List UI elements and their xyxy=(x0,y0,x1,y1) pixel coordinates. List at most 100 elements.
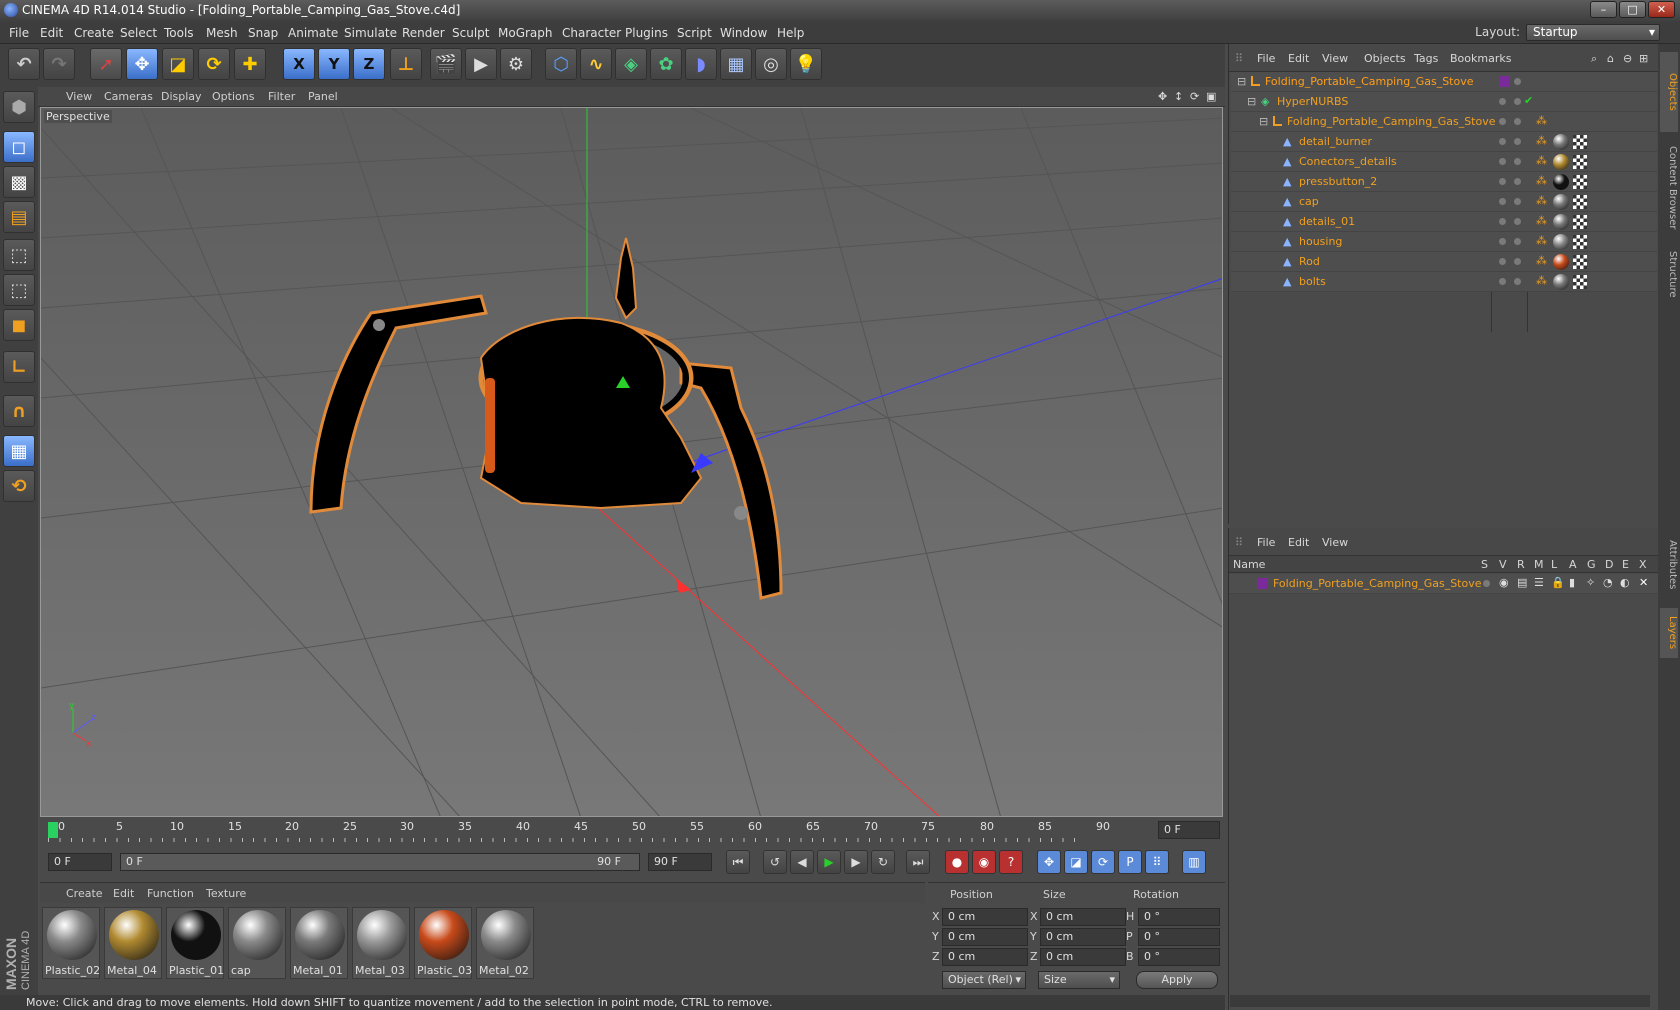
menu-character[interactable]: Character xyxy=(562,26,621,40)
light-icon[interactable]: 💡 xyxy=(790,48,822,80)
tab-structure[interactable]: Structure xyxy=(1660,244,1678,304)
go-to-end-icon[interactable]: ⏭ xyxy=(906,850,930,874)
rot-p-field[interactable]: 0 ° xyxy=(1138,928,1220,946)
render-visibility-dot[interactable] xyxy=(1514,238,1521,245)
rotate-view-icon[interactable]: ⟳ xyxy=(1190,90,1199,103)
menu-edit[interactable]: Edit xyxy=(40,26,63,40)
obj-menu-bookmarks[interactable]: Bookmarks xyxy=(1450,52,1511,65)
keyframe-selection-icon[interactable]: ? xyxy=(999,850,1023,874)
material-tag-icon[interactable] xyxy=(1553,194,1569,210)
phong-tag-icon[interactable]: ⁂ xyxy=(1536,174,1547,187)
enabled-check-icon[interactable]: ✔ xyxy=(1524,94,1533,107)
menu-script[interactable]: Script xyxy=(677,26,712,40)
menu-snap[interactable]: Snap xyxy=(248,26,278,40)
uvw-tag-icon[interactable] xyxy=(1573,175,1587,189)
spline-icon[interactable]: ∿ xyxy=(580,48,612,80)
tab-layers[interactable]: Layers xyxy=(1660,608,1678,658)
record-parameter-icon[interactable]: P xyxy=(1118,850,1142,874)
layer-color-swatch[interactable] xyxy=(1257,578,1268,589)
cube-icon[interactable]: ⬡ xyxy=(545,48,577,80)
tree-row[interactable]: ▲ Rod ⁂ xyxy=(1231,252,1657,272)
new-panel-icon[interactable]: ⊞ xyxy=(1639,52,1648,65)
coordinate-mode-dropdown[interactable]: Object (Rel) ▾ xyxy=(942,971,1026,989)
vp-menu-panel[interactable]: Panel xyxy=(308,90,338,103)
mat-menu-function[interactable]: Function xyxy=(147,887,194,900)
editor-visibility-dot[interactable] xyxy=(1499,238,1506,245)
material-swatch[interactable]: Plastic_01 xyxy=(166,907,224,979)
viewport-perspective[interactable]: y z x Perspective xyxy=(40,107,1223,817)
material-swatch[interactable]: Metal_04 xyxy=(104,907,162,979)
render-visibility-dot[interactable] xyxy=(1514,198,1521,205)
mat-menu-texture[interactable]: Texture xyxy=(206,887,246,900)
deformer-icon[interactable]: ◔ xyxy=(1603,576,1613,589)
obj-menu-file[interactable]: File xyxy=(1257,52,1275,65)
editor-visibility-dot[interactable] xyxy=(1499,158,1506,165)
size-y-field[interactable]: 0 cm xyxy=(1040,928,1126,946)
model-mode-icon[interactable]: ◻ xyxy=(3,131,35,163)
menu-file[interactable]: File xyxy=(9,26,29,40)
record-rotation-icon[interactable]: ⟳ xyxy=(1091,850,1115,874)
uvw-tag-icon[interactable] xyxy=(1573,135,1587,149)
points-mode-icon[interactable]: ⬚ xyxy=(3,239,35,271)
render-settings-icon[interactable]: ⚙ xyxy=(500,48,532,80)
coordinate-system-icon[interactable]: ⊥ xyxy=(390,48,422,80)
texture-mode-icon[interactable]: ▩ xyxy=(3,166,35,198)
move-view-icon[interactable]: ✥ xyxy=(1158,90,1167,103)
editor-visibility-dot[interactable] xyxy=(1499,198,1506,205)
zoom-view-icon[interactable]: ↕ xyxy=(1174,90,1183,103)
layer-menu-file[interactable]: File xyxy=(1257,536,1275,549)
editor-visibility-dot[interactable] xyxy=(1499,178,1506,185)
phong-tag-icon[interactable]: ⁂ xyxy=(1536,114,1547,127)
vp-menu-filter[interactable]: Filter xyxy=(268,90,295,103)
search-icon[interactable]: ⌕ xyxy=(1591,52,1597,66)
material-swatch[interactable]: Metal_03 xyxy=(352,907,410,979)
tree-row[interactable]: ▲ details_01 ⁂ xyxy=(1231,212,1657,232)
material-swatch[interactable]: Metal_01 xyxy=(290,907,348,979)
tree-row[interactable]: ▲ cap ⁂ xyxy=(1231,192,1657,212)
uvw-tag-icon[interactable] xyxy=(1573,255,1587,269)
xref-icon[interactable]: ✕ xyxy=(1639,576,1648,589)
obj-menu-objects[interactable]: Objects xyxy=(1364,52,1406,65)
render-visibility-dot[interactable] xyxy=(1514,118,1521,125)
record-icon[interactable]: ● xyxy=(945,850,969,874)
mat-menu-create[interactable]: Create xyxy=(66,887,103,900)
z-axis-button[interactable]: Z xyxy=(353,48,385,80)
obj-menu-view[interactable]: View xyxy=(1322,52,1348,65)
maximize-button[interactable]: □ xyxy=(1619,1,1646,18)
workplane-icon[interactable]: ▤ xyxy=(3,201,35,233)
tree-row[interactable]: ▲ detail_burner ⁂ xyxy=(1231,132,1657,152)
tree-row-hypernurbs[interactable]: ⊟ ◈ HyperNURBS ✔ xyxy=(1231,92,1657,112)
go-to-start-icon[interactable]: ⏮ xyxy=(726,850,750,874)
material-tag-icon[interactable] xyxy=(1553,174,1569,190)
generator-icon[interactable]: ✧ xyxy=(1586,576,1595,589)
phong-tag-icon[interactable]: ⁂ xyxy=(1536,234,1547,247)
material-swatch[interactable]: Plastic_03 xyxy=(414,907,472,979)
home-icon[interactable]: ⌂ xyxy=(1607,52,1614,65)
nurbs-icon[interactable]: ◈ xyxy=(615,48,647,80)
current-frame-field[interactable]: 0 F xyxy=(1158,821,1220,839)
tree-row-root[interactable]: ⊟ Folding_Portable_Camping_Gas_Stove xyxy=(1231,72,1657,92)
editor-visibility-dot[interactable] xyxy=(1499,138,1506,145)
edges-mode-icon[interactable]: ⬚ xyxy=(3,274,35,306)
deformer-icon[interactable]: ◗ xyxy=(685,48,717,80)
layout-dropdown[interactable]: Startup ▾ xyxy=(1526,24,1660,41)
filter-icon[interactable]: ⊖ xyxy=(1623,52,1632,65)
move-icon[interactable]: ✥ xyxy=(126,48,158,80)
vp-menu-display[interactable]: Display xyxy=(161,90,202,103)
menu-simulate[interactable]: Simulate xyxy=(344,26,397,40)
size-x-field[interactable]: 0 cm xyxy=(1040,908,1126,926)
vp-menu-view[interactable]: View xyxy=(66,90,92,103)
render-picture-viewer-icon[interactable]: ▶ xyxy=(465,48,497,80)
next-frame-icon[interactable]: ▶ xyxy=(844,850,868,874)
timeline-ruler[interactable]: 0 5 10 15 20 25 30 35 40 45 50 55 60 65 … xyxy=(40,818,1225,842)
rotate-icon[interactable]: ⟳ xyxy=(198,48,230,80)
redo-icon[interactable]: ↷ xyxy=(43,48,75,80)
minimize-button[interactable]: – xyxy=(1590,1,1617,18)
render-visibility-dot[interactable] xyxy=(1514,218,1521,225)
render-visibility-dot[interactable] xyxy=(1514,158,1521,165)
size-z-field[interactable]: 0 cm xyxy=(1040,948,1126,966)
close-button[interactable]: ✕ xyxy=(1648,1,1675,18)
menu-plugins[interactable]: Plugins xyxy=(625,26,668,40)
collapse-icon[interactable]: ⊟ xyxy=(1247,95,1256,108)
menu-tools[interactable]: Tools xyxy=(164,26,194,40)
